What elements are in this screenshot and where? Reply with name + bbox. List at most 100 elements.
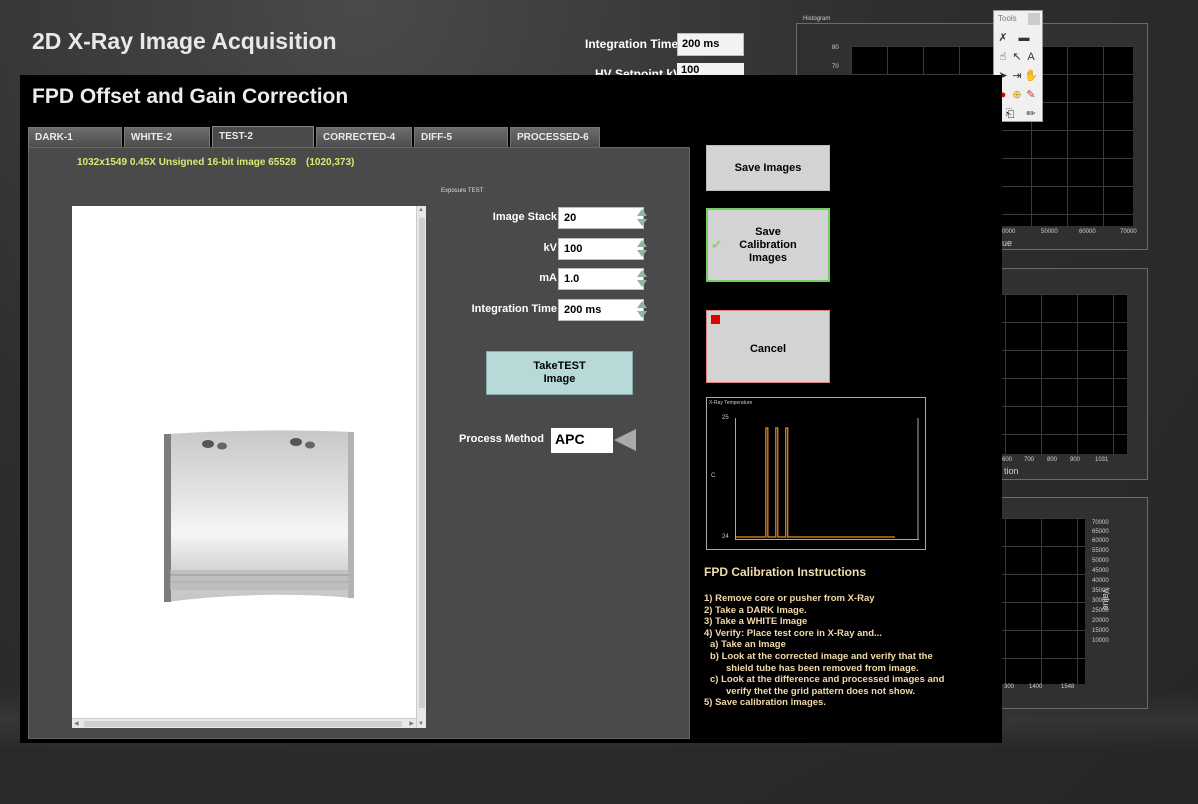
- column-y-tick: 45000: [1092, 568, 1109, 574]
- tab-label: DIFF-5: [421, 132, 453, 143]
- tab-label: CORRECTED-4: [323, 132, 396, 143]
- stop-icon: [711, 315, 720, 324]
- ma-spinner-icon[interactable]: [636, 269, 648, 289]
- take-test-image-button[interactable]: TakeTEST Image: [486, 351, 633, 395]
- image-info: 1032x1549 0.45X Unsigned 16-bit image 65…: [77, 157, 354, 168]
- probe-icon[interactable]: ⊕: [1010, 88, 1024, 102]
- checkmark-icon: ✔: [711, 237, 722, 252]
- scroll-down-icon[interactable]: ▼: [418, 721, 424, 727]
- column-x-tick: 1400: [1029, 684, 1043, 690]
- hand-icon[interactable]: ☝: [996, 50, 1010, 64]
- profile-x-tick: 800: [1047, 457, 1058, 463]
- tools-palette-close-button[interactable]: [1028, 13, 1040, 25]
- column-y-tick: 65000: [1092, 529, 1109, 535]
- text-icon[interactable]: A: [1024, 50, 1038, 64]
- image-horizontal-scrollbar[interactable]: ◀ ▶: [72, 718, 416, 728]
- arrow-icon[interactable]: ↖: [1010, 50, 1024, 64]
- histogram-x-tick: 60000: [1079, 229, 1096, 235]
- kv-spinner-icon[interactable]: [636, 239, 648, 259]
- ma-field[interactable]: 1.0: [558, 268, 644, 290]
- profile-x-tick: 700: [1024, 457, 1035, 463]
- column-y-tick: 40000: [1092, 578, 1109, 584]
- histogram-x-tick: 70000: [1120, 229, 1137, 235]
- image-stack-control: Image Stack 20: [441, 207, 661, 229]
- instruction-step: 3) Take a WHITE Image: [704, 616, 808, 628]
- save-images-label: Save Images: [734, 162, 802, 174]
- color-picker-icon[interactable]: ✎: [1024, 88, 1038, 102]
- grab-icon[interactable]: ✋: [1024, 69, 1038, 83]
- take-button-line1: TakeTEST: [533, 360, 586, 372]
- xray-image: [164, 430, 354, 602]
- column-y-tick: 60000: [1092, 538, 1109, 544]
- horizontal-scroll-thumb[interactable]: [84, 721, 402, 727]
- temperature-plot: [735, 418, 919, 540]
- image-coords: (1020,373): [306, 157, 355, 168]
- process-method-arrow-icon[interactable]: [614, 429, 636, 451]
- scroll-left-icon[interactable]: ◀: [74, 720, 79, 727]
- tab-diff-5[interactable]: DIFF-5: [414, 127, 508, 147]
- profile-x-tick: 600: [1002, 457, 1013, 463]
- shortcut-icon[interactable]: ⇥: [1010, 69, 1024, 83]
- scroll-right-icon[interactable]: ▶: [409, 720, 414, 727]
- save-calibration-line1: Save: [755, 226, 781, 238]
- column-x-tick: 1548: [1061, 684, 1075, 690]
- histogram-y-tick: 70: [832, 64, 839, 70]
- scroll-up-icon[interactable]: ▲: [418, 207, 424, 213]
- profile-x-tick: 1031: [1095, 457, 1109, 463]
- exposure-caption: Exposure TEST: [441, 188, 484, 194]
- image-vertical-scrollbar[interactable]: ▲ ▼: [416, 206, 426, 728]
- tab-white-2[interactable]: WHITE-2: [124, 127, 210, 147]
- instruction-step: c) Look at the difference and processed …: [710, 674, 945, 686]
- tools-grid: ✗ ▬ ☝ ↖ A ➤ ⇥ ✋ ● ⊕ ✎ ⎗ ✏: [996, 28, 1042, 123]
- kv-field[interactable]: 100: [558, 238, 644, 260]
- tab-dark-1[interactable]: DARK-1: [28, 127, 122, 147]
- save-calibration-images-button[interactable]: ✔ Save Calibration Images: [706, 208, 830, 282]
- cancel-button[interactable]: Cancel: [706, 310, 830, 383]
- integration-time-control: Integration Time 200 ms: [441, 299, 661, 321]
- integration-time-control-label: Integration Time: [471, 303, 557, 315]
- process-method-select[interactable]: APC: [551, 428, 613, 453]
- calibration-instructions: FPD Calibration Instructions 1) Remove c…: [704, 565, 996, 709]
- column-y-tick: 15000: [1092, 628, 1109, 634]
- instruction-step: shield tube has been removed from image.: [726, 662, 919, 674]
- image-stack-spinner-icon[interactable]: [636, 208, 648, 228]
- take-button-line2: Image: [543, 373, 576, 385]
- integration-time-spinner-icon[interactable]: [636, 300, 648, 320]
- pencil-icon[interactable]: ✏: [1024, 107, 1038, 121]
- temperature-y-min: 24: [722, 534, 729, 540]
- image-stack-field[interactable]: 20: [558, 207, 644, 229]
- cancel-label: Cancel: [749, 343, 787, 355]
- tab-corrected-4[interactable]: CORRECTED-4: [316, 127, 412, 147]
- wrench-icon[interactable]: ✗: [996, 31, 1010, 45]
- histogram-x-label: ue: [1002, 238, 1013, 248]
- instruction-step: 5) Save calibration images.: [704, 697, 826, 709]
- xray-image-display[interactable]: ▲ ▼ ◀ ▶: [72, 206, 426, 728]
- save-images-button[interactable]: Save Images: [706, 145, 830, 191]
- dialog-title: FPD Offset and Gain Correction: [32, 85, 349, 108]
- integration-time-control-field[interactable]: 200 ms: [558, 299, 644, 321]
- xray-temperature-chart: X-Ray Temperature 25 C 24: [706, 397, 926, 550]
- temperature-series-line: [736, 427, 896, 538]
- hv-setpoint-field[interactable]: 100: [677, 63, 744, 75]
- background-window-title: 2D X-Ray Image Acquisition: [32, 28, 337, 54]
- instruction-step: a) Take an Image: [710, 639, 786, 651]
- temperature-chart-title: X-Ray Temperature: [709, 400, 753, 406]
- integration-time-field[interactable]: 200 ms: [677, 33, 744, 56]
- column-y-tick: 20000: [1092, 618, 1109, 624]
- enable-toggle-icon[interactable]: ▬: [1010, 31, 1038, 45]
- kv-control: kV 100: [441, 238, 661, 260]
- tab-label: PROCESSED-6: [517, 132, 589, 143]
- profile-x-tick: 900: [1070, 457, 1081, 463]
- instruction-step: b) Look at the corrected image and verif…: [710, 650, 933, 662]
- integration-time-label: Integration Time: [585, 37, 679, 51]
- ma-control: mA 1.0: [441, 268, 661, 290]
- tab-test-2[interactable]: TEST-2: [212, 126, 314, 148]
- vertical-scroll-thumb[interactable]: [419, 218, 425, 708]
- process-method-label: Process Method: [459, 433, 544, 445]
- test-tab-panel: 1032x1549 0.45X Unsigned 16-bit image 65…: [28, 147, 690, 739]
- tab-label: DARK-1: [35, 132, 73, 143]
- instruction-step: verify thet the grid pattern does not sh…: [726, 685, 916, 697]
- column-y-tick: 55000: [1092, 548, 1109, 554]
- save-calibration-line2: Calibration: [739, 239, 797, 251]
- tab-processed-6[interactable]: PROCESSED-6: [510, 127, 600, 147]
